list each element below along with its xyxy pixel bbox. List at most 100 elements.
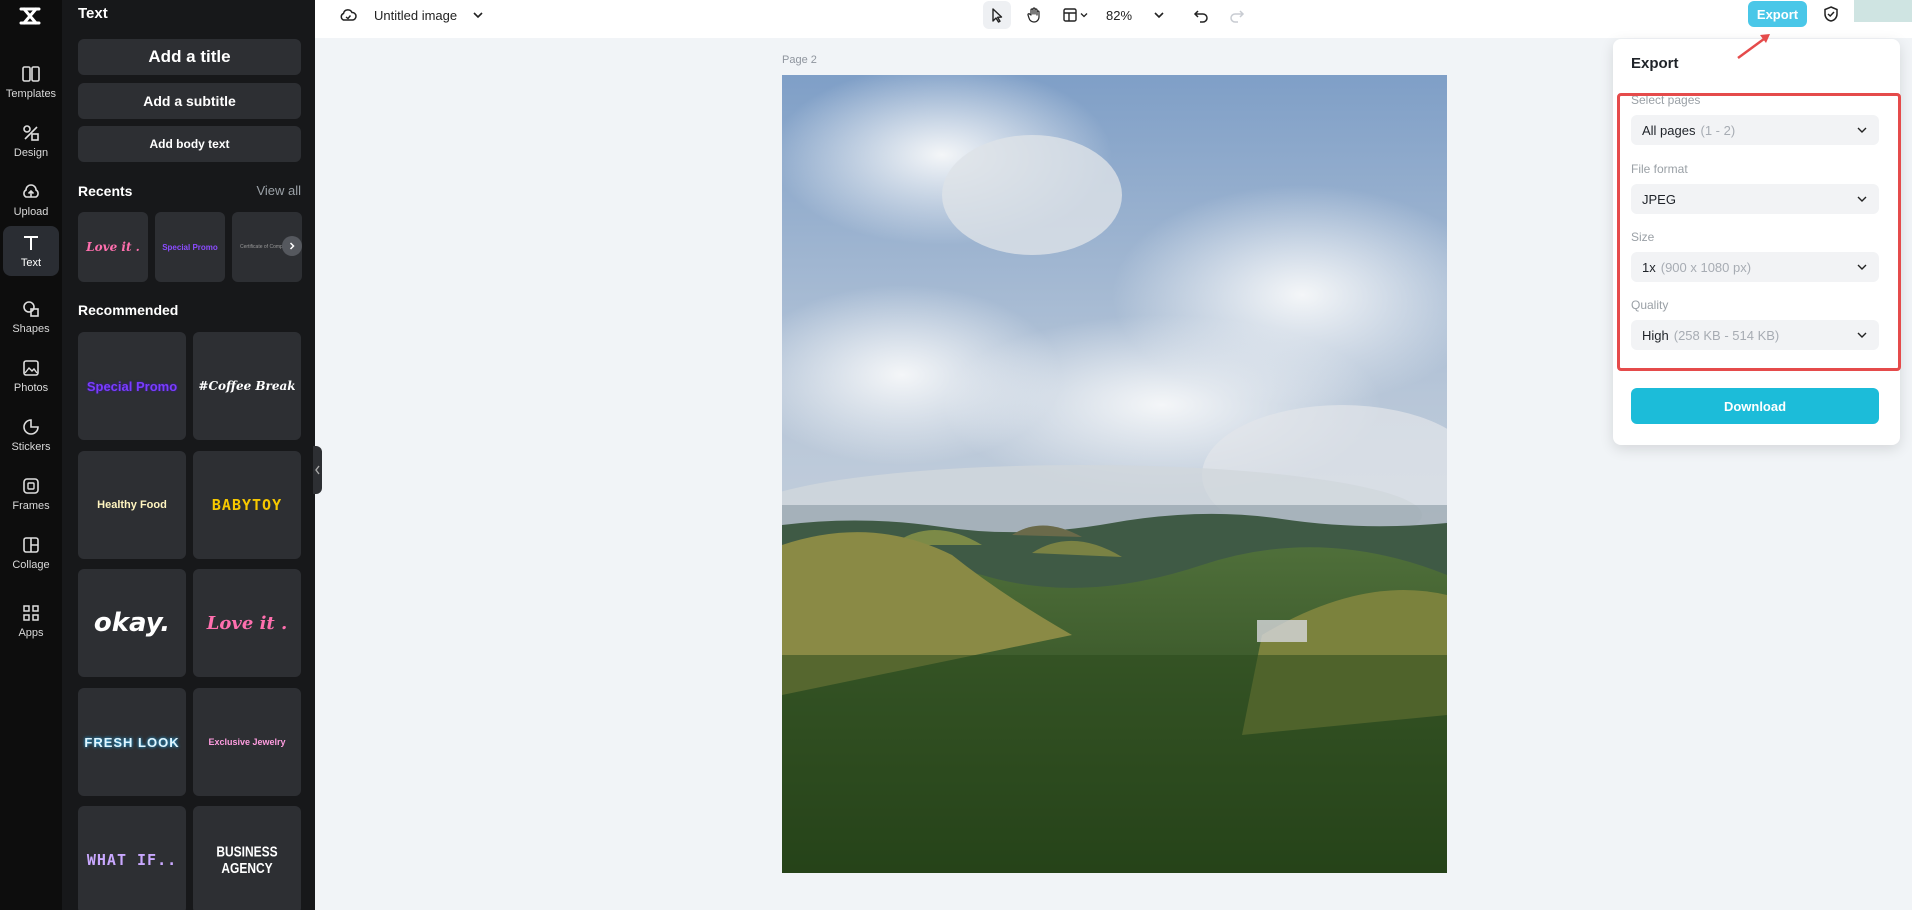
- text-style-label: Exclusive Jewelry: [208, 737, 286, 747]
- text-style-label: FRESH LOOK: [84, 734, 180, 750]
- landscape-photo: [782, 75, 1447, 873]
- stickers-icon: [23, 419, 39, 435]
- rail-item-text[interactable]: Text: [3, 226, 59, 276]
- text-icon: [24, 236, 38, 250]
- recent-item-label: Love it .: [86, 240, 140, 254]
- recents-next-button[interactable]: [282, 236, 302, 256]
- quality-dropdown[interactable]: High (258 KB - 514 KB): [1631, 320, 1879, 350]
- rail-item-collage[interactable]: Collage: [3, 528, 59, 578]
- add-title-button[interactable]: Add a title: [78, 39, 301, 75]
- export-panel-title: Export: [1631, 55, 1679, 72]
- quality-sub: (258 KB - 514 KB): [1673, 327, 1780, 343]
- panel-collapse-handle[interactable]: [313, 446, 322, 494]
- file-format-dropdown[interactable]: JPEG: [1631, 184, 1879, 214]
- capcut-logo-icon[interactable]: [15, 2, 45, 30]
- document-title[interactable]: Untitled image: [374, 4, 457, 26]
- text-style-tile[interactable]: BABYTOY: [193, 451, 301, 559]
- rail-label-frames: Frames: [12, 500, 50, 512]
- select-tool-button[interactable]: [983, 1, 1011, 29]
- export-button[interactable]: Export: [1748, 1, 1807, 27]
- rail-item-upload[interactable]: Upload: [3, 175, 59, 225]
- rail-item-stickers[interactable]: Stickers: [3, 410, 59, 460]
- redo-button[interactable]: [1224, 1, 1250, 29]
- rail-label-photos: Photos: [13, 382, 49, 394]
- text-style-label: WHAT IF..: [86, 851, 178, 869]
- title-menu-button[interactable]: [469, 4, 487, 26]
- hand-icon: [1027, 7, 1040, 23]
- select-pages-value: All pages: [1642, 122, 1696, 138]
- shield-button[interactable]: [1818, 1, 1844, 27]
- rail-item-frames[interactable]: Frames: [3, 469, 59, 519]
- chevron-down-icon: [1080, 13, 1088, 18]
- collage-icon: [23, 537, 39, 553]
- cloud-save-button[interactable]: [336, 4, 360, 26]
- frames-icon: [23, 478, 39, 494]
- text-style-tile[interactable]: BUSINESS AGENCY: [193, 806, 301, 910]
- layout-icon: [1063, 8, 1077, 22]
- recents-title: Recents: [78, 183, 133, 199]
- chevron-down-icon: [1857, 196, 1867, 202]
- select-pages-dropdown[interactable]: All pages (1 - 2): [1631, 115, 1879, 145]
- download-button[interactable]: Download: [1631, 388, 1879, 424]
- text-style-tile[interactable]: Exclusive Jewelry: [193, 688, 301, 796]
- rail-item-templates[interactable]: Templates: [3, 57, 59, 107]
- recent-item-label: Special Promo: [162, 242, 218, 252]
- size-label: Size: [1631, 230, 1655, 244]
- shield-check-icon: [1824, 6, 1838, 22]
- zoom-level[interactable]: 82%: [1106, 4, 1132, 26]
- size-dropdown[interactable]: 1x (900 x 1080 px): [1631, 252, 1879, 282]
- text-panel: Text Add a title Add a subtitle Add body…: [62, 0, 315, 910]
- undo-button[interactable]: [1188, 1, 1214, 29]
- text-style-tile[interactable]: Healthy Food: [78, 451, 186, 559]
- chevron-down-icon: [1857, 264, 1867, 270]
- text-style-label: BUSINESS AGENCY: [216, 843, 278, 877]
- canvas-photo[interactable]: [782, 75, 1447, 873]
- size-value: 1x: [1642, 259, 1656, 275]
- text-style-label: BABYTOY: [211, 496, 283, 514]
- rail-label-shapes: Shapes: [12, 323, 50, 335]
- chevron-down-icon: [1857, 332, 1867, 338]
- shapes-icon: [23, 301, 39, 317]
- text-style-tile[interactable]: okay.: [78, 569, 186, 677]
- rail-label-collage: Collage: [12, 559, 50, 571]
- size-sub: (900 x 1080 px): [1660, 259, 1752, 275]
- chevron-left-icon: [315, 465, 320, 475]
- rail-label-design: Design: [13, 147, 49, 159]
- text-style-tile[interactable]: WHAT IF..: [78, 806, 186, 910]
- right-edge-strip: [1854, 0, 1912, 22]
- export-panel: Export Select pages All pages (1 - 2) Fi…: [1613, 39, 1900, 445]
- chevron-down-icon: [1857, 127, 1867, 133]
- cursor-icon: [992, 8, 1003, 23]
- upload-icon: [23, 184, 39, 198]
- text-style-tile[interactable]: Love it .: [193, 569, 301, 677]
- rail-label-stickers: Stickers: [11, 441, 51, 453]
- view-all-link[interactable]: View all: [256, 183, 301, 198]
- cloud-icon: [340, 9, 357, 21]
- recent-item[interactable]: Special Promo: [155, 212, 225, 282]
- photos-icon: [23, 360, 39, 376]
- left-rail: Templates Design Upload Text Shapes Phot…: [0, 0, 62, 910]
- rail-label-apps: Apps: [18, 627, 44, 639]
- redo-icon: [1230, 10, 1245, 23]
- rail-item-apps[interactable]: Apps: [3, 596, 59, 646]
- select-pages-label: Select pages: [1631, 93, 1701, 107]
- undo-icon: [1193, 10, 1208, 23]
- rail-item-shapes[interactable]: Shapes: [3, 292, 59, 342]
- recent-item[interactable]: Love it .: [78, 212, 148, 282]
- rail-label-templates: Templates: [5, 88, 57, 100]
- rail-item-photos[interactable]: Photos: [3, 351, 59, 401]
- text-style-label: okay.: [93, 608, 171, 638]
- text-style-tile[interactable]: FRESH LOOK: [78, 688, 186, 796]
- add-body-text-button[interactable]: Add body text: [78, 126, 301, 162]
- text-style-tile[interactable]: Special Promo: [78, 332, 186, 440]
- templates-icon: [22, 66, 40, 82]
- text-style-tile[interactable]: #Coffee Break: [193, 332, 301, 440]
- annotation-arrow: [1737, 34, 1770, 60]
- zoom-menu-button[interactable]: [1150, 4, 1168, 26]
- layout-menu-button[interactable]: [1058, 1, 1092, 29]
- add-subtitle-button[interactable]: Add a subtitle: [78, 83, 301, 119]
- hand-tool-button[interactable]: [1020, 1, 1048, 29]
- rail-item-design[interactable]: Design: [3, 116, 59, 166]
- recommended-title: Recommended: [78, 302, 179, 318]
- text-style-label: Healthy Food: [97, 499, 167, 511]
